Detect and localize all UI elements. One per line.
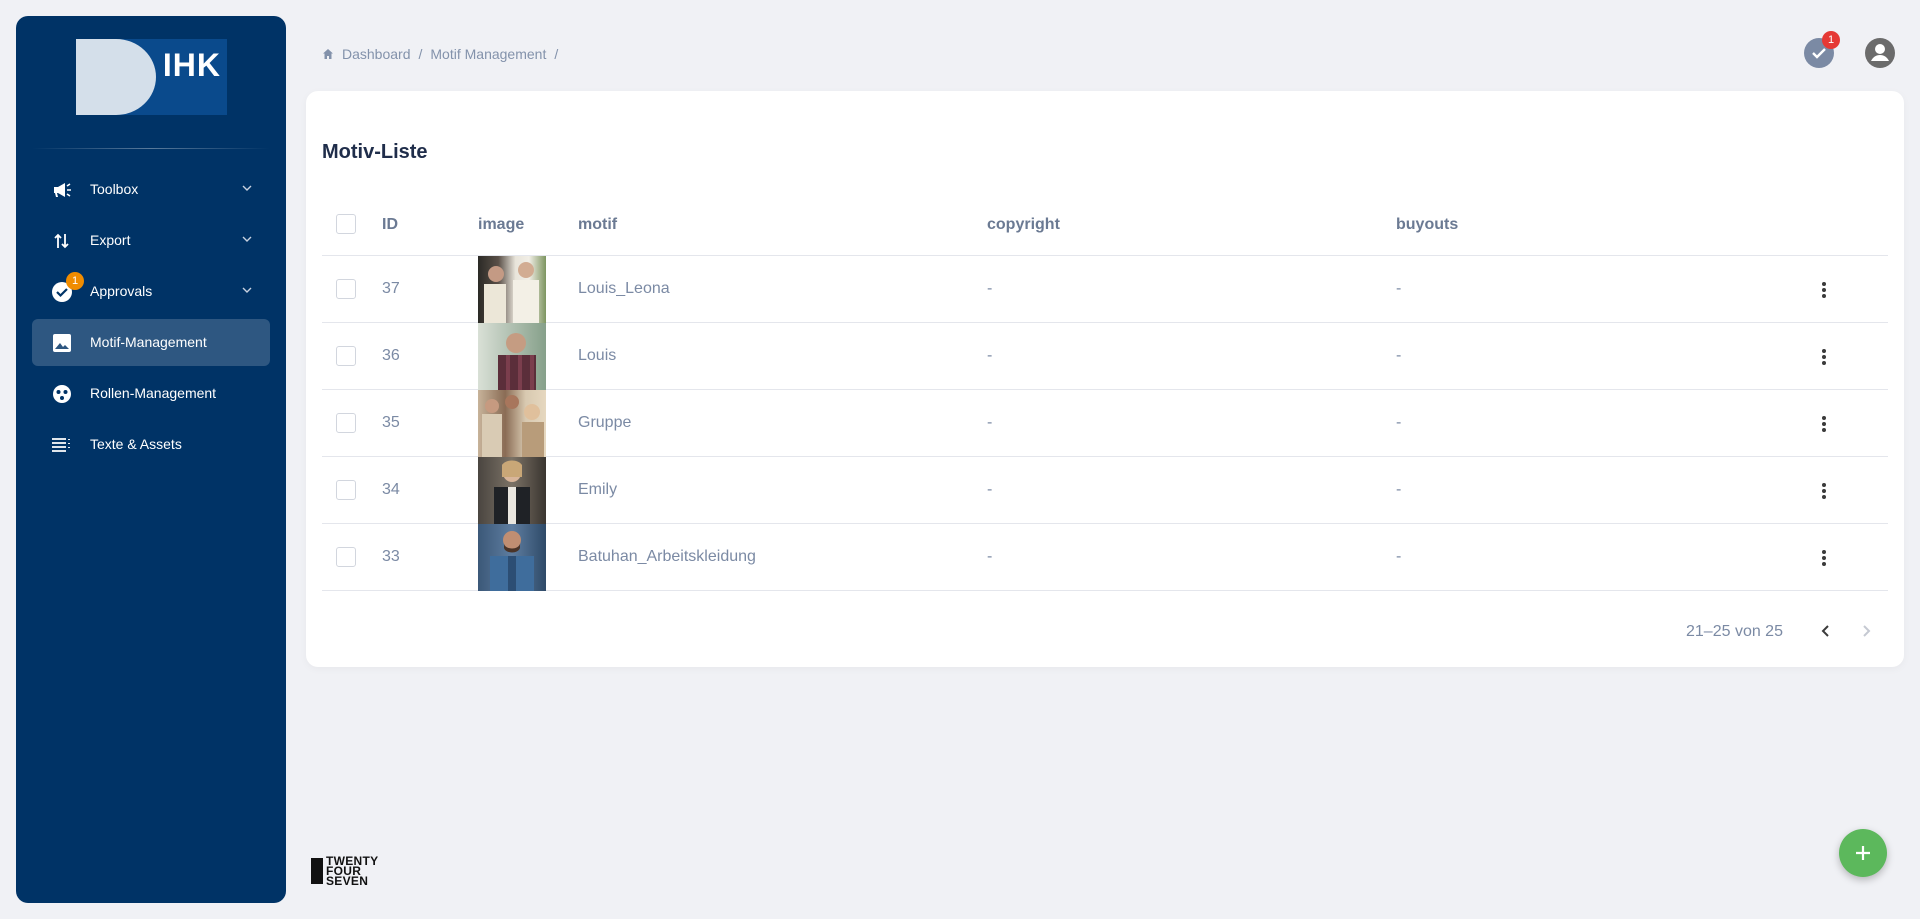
logo-text: IHK xyxy=(162,47,221,83)
swap-vertical-icon xyxy=(52,231,72,251)
brand-line: SEVEN xyxy=(326,874,369,888)
account-icon[interactable] xyxy=(1865,38,1895,68)
more-vert-icon[interactable] xyxy=(1812,278,1836,302)
column-header-copyright[interactable]: copyright xyxy=(987,216,1060,234)
table-row[interactable]: 33 Batuhan_Arbeitskleidung - - xyxy=(322,524,1888,591)
logo-shape xyxy=(76,39,156,115)
more-vert-icon[interactable] xyxy=(1812,412,1836,436)
notification-badge: 1 xyxy=(1822,31,1840,49)
plus-icon xyxy=(1856,846,1870,860)
add-motif-button[interactable] xyxy=(1839,829,1887,877)
row-buyouts: - xyxy=(1396,481,1402,498)
row-motif: Louis_Leona xyxy=(578,280,670,297)
row-id: 35 xyxy=(382,414,400,431)
sidebar-item-texte-assets[interactable]: Texte & Assets xyxy=(32,421,270,468)
sidebar-item-label: Rollen-Management xyxy=(90,385,217,401)
approvals-badge: 1 xyxy=(66,272,84,290)
home-icon[interactable] xyxy=(322,48,334,60)
more-vert-icon[interactable] xyxy=(1812,479,1836,503)
sidebar-item-label: Toolbox xyxy=(90,181,139,197)
row-copyright: - xyxy=(987,414,993,431)
motif-list-card: Motiv-Liste ID image motif copyright buy… xyxy=(306,91,1904,667)
roles-icon xyxy=(52,384,72,404)
brand-mark xyxy=(311,858,323,884)
sidebar-item-rollen-management[interactable]: Rollen-Management xyxy=(32,370,270,417)
card-title: Motiv-Liste xyxy=(322,141,428,163)
table-row[interactable]: 35 Gruppe - - xyxy=(322,390,1888,457)
column-header-id[interactable]: ID xyxy=(382,216,398,234)
sidebar-item-toolbox[interactable]: Toolbox xyxy=(32,166,270,213)
motif-thumbnail[interactable] xyxy=(478,323,546,390)
row-motif: Louis xyxy=(578,347,617,364)
pagination: 21–25 von 25 xyxy=(306,616,1904,646)
sidebar-item-label: Approvals xyxy=(90,283,153,299)
breadcrumb: Dashboard / Motif Management / xyxy=(322,46,566,62)
sidebar-item-motif-management[interactable]: Motif-Management xyxy=(32,319,270,366)
row-buyouts: - xyxy=(1396,414,1402,431)
column-header-image[interactable]: image xyxy=(478,216,524,234)
sidebar-item-label: Texte & Assets xyxy=(90,436,182,452)
motif-thumbnail[interactable] xyxy=(478,390,546,457)
table-row[interactable]: 36 Louis - - xyxy=(322,323,1888,390)
breadcrumb-separator: / xyxy=(554,46,559,62)
row-id: 33 xyxy=(382,548,400,565)
row-checkbox[interactable] xyxy=(336,413,356,433)
sidebar-item-label: Export xyxy=(90,232,131,248)
row-checkbox[interactable] xyxy=(336,346,356,366)
breadcrumb-dashboard[interactable]: Dashboard xyxy=(342,46,411,62)
sidebar: IHK Toolbox Export 1 Approvals Motif-Man… xyxy=(16,16,286,903)
row-motif: Gruppe xyxy=(578,414,632,431)
ihk-logo[interactable]: IHK xyxy=(76,39,227,115)
row-copyright: - xyxy=(987,280,993,297)
row-motif: Emily xyxy=(578,481,618,498)
sidebar-divider xyxy=(32,148,270,149)
row-copyright: - xyxy=(987,347,993,364)
pagination-range: 21–25 von 25 xyxy=(1686,623,1783,640)
row-copyright: - xyxy=(987,548,993,565)
chevron-down-icon xyxy=(242,185,252,191)
chevron-right-icon[interactable] xyxy=(1855,620,1877,642)
motif-thumbnail[interactable] xyxy=(478,256,546,323)
motif-thumbnail[interactable] xyxy=(478,457,546,524)
brand-text: TWENTY FOUR SEVEN xyxy=(326,855,378,888)
sidebar-item-approvals[interactable]: 1 Approvals xyxy=(32,268,270,315)
table-row[interactable]: 34 Emily - - xyxy=(322,457,1888,524)
image-icon xyxy=(52,333,72,353)
motif-thumbnail[interactable] xyxy=(478,524,546,591)
row-buyouts: - xyxy=(1396,548,1402,565)
row-motif: Batuhan_Arbeitskleidung xyxy=(578,548,756,565)
more-vert-icon[interactable] xyxy=(1812,546,1836,570)
row-id: 36 xyxy=(382,347,400,364)
twenty-four-seven-logo: TWENTY FOUR SEVEN xyxy=(311,855,378,888)
row-copyright: - xyxy=(987,481,993,498)
chevron-left-icon[interactable] xyxy=(1815,620,1837,642)
megaphone-icon xyxy=(52,180,72,200)
row-checkbox[interactable] xyxy=(336,279,356,299)
list-icon xyxy=(52,435,72,455)
row-id: 37 xyxy=(382,280,400,297)
sidebar-item-label: Motif-Management xyxy=(90,334,207,350)
table-header: ID image motif copyright buyouts xyxy=(322,192,1888,256)
row-checkbox[interactable] xyxy=(336,480,356,500)
select-all-checkbox[interactable] xyxy=(336,214,356,234)
chevron-down-icon xyxy=(242,236,252,242)
table-row[interactable]: 37 Louis_Leona - - xyxy=(322,256,1888,323)
row-buyouts: - xyxy=(1396,347,1402,364)
column-header-buyouts[interactable]: buyouts xyxy=(1396,216,1458,234)
motif-table: ID image motif copyright buyouts 37 Loui… xyxy=(322,192,1888,591)
row-buyouts: - xyxy=(1396,280,1402,297)
breadcrumb-separator: / xyxy=(418,46,423,62)
sidebar-item-export[interactable]: Export xyxy=(32,217,270,264)
more-vert-icon[interactable] xyxy=(1812,345,1836,369)
row-id: 34 xyxy=(382,481,400,498)
row-checkbox[interactable] xyxy=(336,547,356,567)
column-header-motif[interactable]: motif xyxy=(578,216,617,234)
breadcrumb-current: Motif Management xyxy=(430,46,547,62)
chevron-down-icon xyxy=(242,287,252,293)
